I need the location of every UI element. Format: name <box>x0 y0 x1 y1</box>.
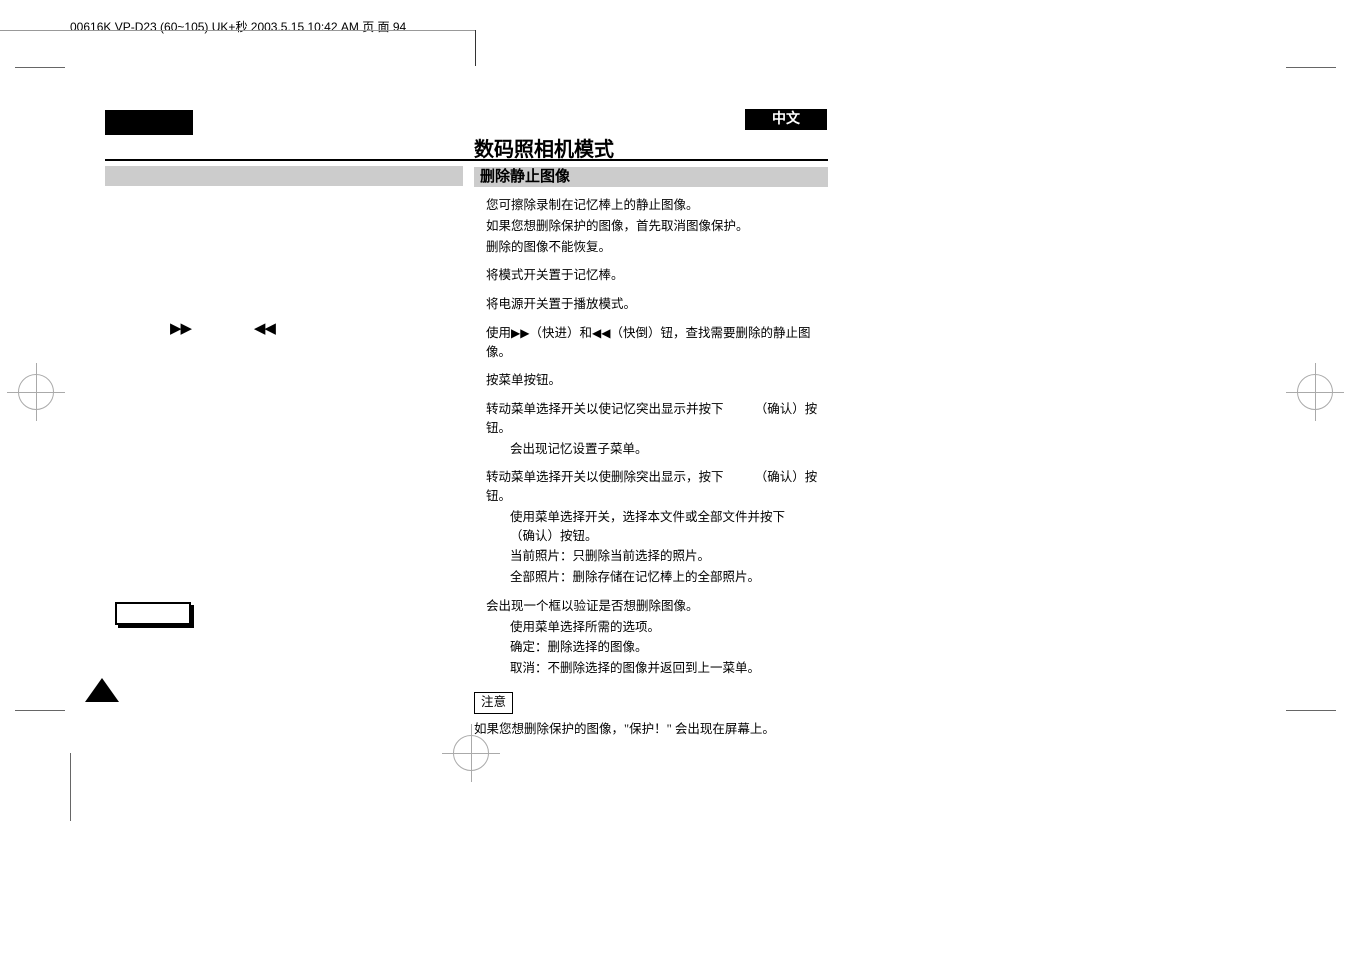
header-rule <box>0 30 475 31</box>
step-6: 转动菜单选择开关以使删除突出显示，按下 （确认）按钮。 <box>486 468 826 506</box>
title-underline <box>105 159 828 161</box>
notice-label-box: 注意 <box>474 692 513 714</box>
page-title-text: 数码照相机模式 <box>474 139 614 161</box>
page-title: 数码照相机模式 <box>474 133 614 162</box>
main-content: 您可擦除录制在记忆棒上的静止图像。 如果您想删除保护的图像，首先取消图像保护。 … <box>486 196 826 740</box>
crop-tick-top-right <box>1286 53 1336 68</box>
step-6-sub1: 使用菜单选择开关，选择本文件或全部文件并按下 （确认）按钮。 <box>486 508 826 546</box>
step-7-sub2: 确定：删除选择的图像。 <box>486 638 826 657</box>
step-2: 将电源开关置于播放模式。 <box>486 295 826 314</box>
rewind-icon: ◀◀ <box>592 326 610 340</box>
print-header: 00616K VP-D23 (60~105) UK+秒 2003.5.15 10… <box>70 18 406 35</box>
step-7-sub1: 使用菜单选择所需的选项。 <box>486 618 826 637</box>
registration-mark-left <box>18 374 54 410</box>
gray-bar-left <box>105 166 463 186</box>
step-3-mid: （快进）和 <box>529 326 592 340</box>
section-heading: 删除静止图像 <box>474 167 828 187</box>
intro-line-1: 您可擦除录制在记忆棒上的静止图像。 <box>486 196 826 215</box>
rewind-icon: ◀◀ <box>254 321 275 337</box>
language-badge-text: 中文 <box>772 112 800 127</box>
step-5-sub: 会出现记忆设置子菜单。 <box>486 440 826 459</box>
fast-forward-icon: ▶▶ <box>511 326 529 340</box>
left-arrow-icons: ▶▶ ◀◀ <box>170 319 275 338</box>
small-box <box>115 602 191 625</box>
step-6-sub3: 全部照片：删除存储在记忆棒上的全部照片。 <box>486 568 826 587</box>
intro-line-2: 如果您想删除保护的图像，首先取消图像保护。 <box>486 217 826 236</box>
step-4: 按菜单按钮。 <box>486 371 826 390</box>
print-header-text: 00616K VP-D23 (60~105) UK+秒 2003.5.15 10… <box>70 20 406 34</box>
crop-tick-bottom-right <box>1286 710 1336 711</box>
fast-forward-icon: ▶▶ <box>170 321 191 337</box>
registration-mark-bottom <box>453 735 489 771</box>
intro-line-3: 删除的图像不能恢复。 <box>486 238 826 257</box>
notice-label: 注意 <box>481 695 506 709</box>
step-7: 会出现一个框以验证是否想删除图像。 <box>486 597 826 616</box>
section-heading-text: 删除静止图像 <box>480 169 570 185</box>
step-1: 将模式开关置于记忆棒。 <box>486 266 826 285</box>
triangle-up-icon <box>85 678 119 702</box>
step-5: 转动菜单选择开关以使记忆突出显示并按下 （确认）按钮。 <box>486 400 826 438</box>
black-strip <box>105 110 193 135</box>
vertical-line-bottom <box>70 753 71 821</box>
notice-text: 如果您想删除保护的图像，"保护！" 会出现在屏幕上。 <box>474 720 826 739</box>
step-7-sub3: 取消：不删除选择的图像并返回到上一菜单。 <box>486 659 826 678</box>
language-badge: 中文 <box>745 109 827 130</box>
crop-tick-bottom-left <box>15 710 65 711</box>
vertical-rule-top <box>475 30 476 66</box>
crop-tick-top-left <box>15 53 65 68</box>
step-6-sub2: 当前照片：只删除当前选择的照片。 <box>486 547 826 566</box>
step-3: 使用▶▶（快进）和◀◀（快倒）钮，查找需要删除的静止图像。 <box>486 324 826 362</box>
step-3-pre: 使用 <box>486 326 511 340</box>
registration-mark-right <box>1297 374 1333 410</box>
